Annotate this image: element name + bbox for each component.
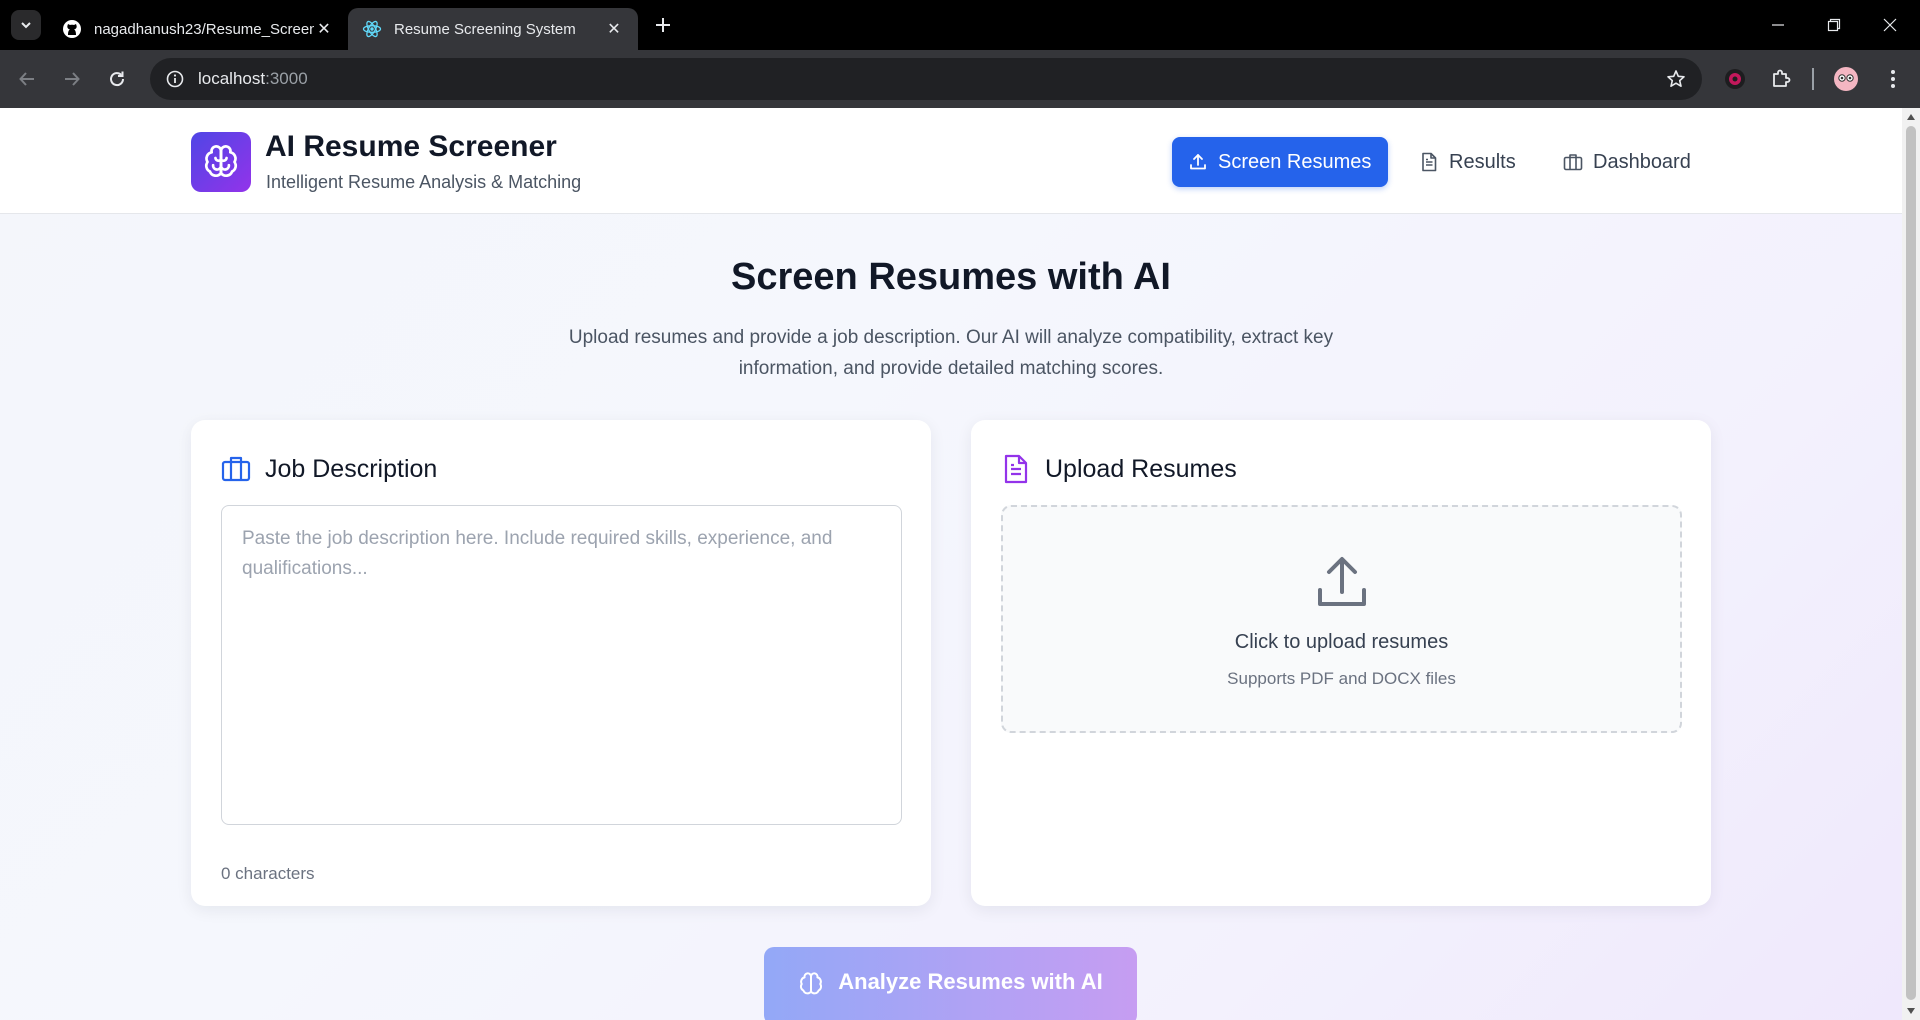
close-icon xyxy=(1883,18,1897,32)
close-tab-icon[interactable]: ✕ xyxy=(604,19,624,39)
toolbar-divider xyxy=(1812,68,1814,90)
dropzone-hint: Supports PDF and DOCX files xyxy=(1227,669,1456,688)
minimize-button[interactable] xyxy=(1750,0,1806,50)
page-title: Screen Resumes with AI xyxy=(731,256,1171,298)
app-header: AI Resume Screener Intelligent Resume An… xyxy=(0,108,1902,214)
extension-icon[interactable] xyxy=(1719,63,1751,95)
upload-icon xyxy=(1188,152,1208,172)
new-tab-button[interactable] xyxy=(650,12,676,38)
brain-icon xyxy=(798,971,824,997)
nav-label: Results xyxy=(1449,150,1516,173)
card-header: Job Description xyxy=(221,454,437,484)
nav-results[interactable]: Results xyxy=(1403,137,1532,187)
close-window-button[interactable] xyxy=(1862,0,1918,50)
tab-search-button[interactable] xyxy=(11,10,41,40)
briefcase-icon xyxy=(221,454,251,484)
job-description-textarea[interactable] xyxy=(221,505,902,825)
file-text-icon xyxy=(1001,454,1031,484)
profile-avatar[interactable] xyxy=(1830,63,1862,95)
button-label: Analyze Resumes with AI xyxy=(838,969,1103,994)
nav-screen-resumes[interactable]: Screen Resumes xyxy=(1172,137,1388,187)
reload-icon xyxy=(110,71,125,87)
puzzle-icon[interactable] xyxy=(1765,63,1797,95)
page-viewport: AI Resume Screener Intelligent Resume An… xyxy=(0,108,1902,1020)
bookmark-star-icon[interactable] xyxy=(1664,67,1688,91)
plus-icon xyxy=(656,18,670,32)
card-title: Job Description xyxy=(265,454,438,483)
scroll-down-icon[interactable] xyxy=(1906,1006,1916,1016)
upload-resumes-card: Upload Resumes Click to upload resumes S… xyxy=(971,420,1711,906)
browser-tab-github[interactable]: nagadhanush23/Resume_Screening ✕ xyxy=(48,8,348,50)
reload-button[interactable] xyxy=(100,62,134,96)
tab-title: Resume Screening System xyxy=(394,20,576,38)
arrow-left-icon xyxy=(19,72,34,86)
resume-dropzone[interactable]: Click to upload resumes Supports PDF and… xyxy=(1001,505,1682,733)
minimize-icon xyxy=(1772,24,1784,26)
page-description: Upload resumes and provide a job descrip… xyxy=(568,327,1334,379)
page-scrollbar[interactable] xyxy=(1902,108,1920,1020)
react-icon xyxy=(362,19,382,39)
brain-logo-icon xyxy=(191,132,251,192)
dropzone-title: Click to upload resumes xyxy=(1234,631,1449,653)
app-title: AI Resume Screener xyxy=(265,130,557,163)
nav-dashboard[interactable]: Dashboard xyxy=(1547,137,1707,187)
job-description-card: Job Description 0 characters xyxy=(191,420,931,906)
card-header: Upload Resumes xyxy=(1001,454,1237,484)
briefcase-icon xyxy=(1563,152,1583,172)
forward-button[interactable] xyxy=(55,62,89,96)
address-bar[interactable]: localhost:3000 xyxy=(150,58,1702,100)
app-subtitle: Intelligent Resume Analysis & Matching xyxy=(266,172,582,192)
browser-toolbar: localhost:3000 xyxy=(0,50,1920,108)
back-button[interactable] xyxy=(10,62,44,96)
browser-tab-resume-screening[interactable]: Resume Screening System ✕ xyxy=(348,8,638,50)
upload-icon xyxy=(1309,549,1375,615)
menu-button[interactable] xyxy=(1877,63,1909,95)
nav-label: Screen Resumes xyxy=(1218,150,1372,173)
scroll-up-icon[interactable] xyxy=(1906,112,1916,122)
more-vertical-icon xyxy=(1891,70,1895,88)
document-icon xyxy=(1419,152,1439,172)
tab-title: nagadhanush23/Resume_Screening xyxy=(94,20,314,38)
arrow-right-icon xyxy=(65,72,80,86)
url-text: localhost:3000 xyxy=(198,69,308,88)
analyze-resumes-button[interactable]: Analyze Resumes with AI xyxy=(764,947,1137,1020)
browser-tabstrip: nagadhanush23/Resume_Screening ✕ Resume … xyxy=(0,0,1920,50)
card-title: Upload Resumes xyxy=(1045,454,1237,483)
scrollbar-thumb[interactable] xyxy=(1906,126,1916,1000)
nav-label: Dashboard xyxy=(1593,150,1691,173)
github-icon xyxy=(62,19,82,39)
site-info-icon[interactable] xyxy=(154,58,196,100)
restore-icon xyxy=(1827,18,1841,32)
restore-button[interactable] xyxy=(1806,0,1862,50)
chevron-down-icon xyxy=(21,22,31,29)
character-count: 0 characters xyxy=(221,864,315,883)
close-tab-icon[interactable]: ✕ xyxy=(314,19,334,39)
